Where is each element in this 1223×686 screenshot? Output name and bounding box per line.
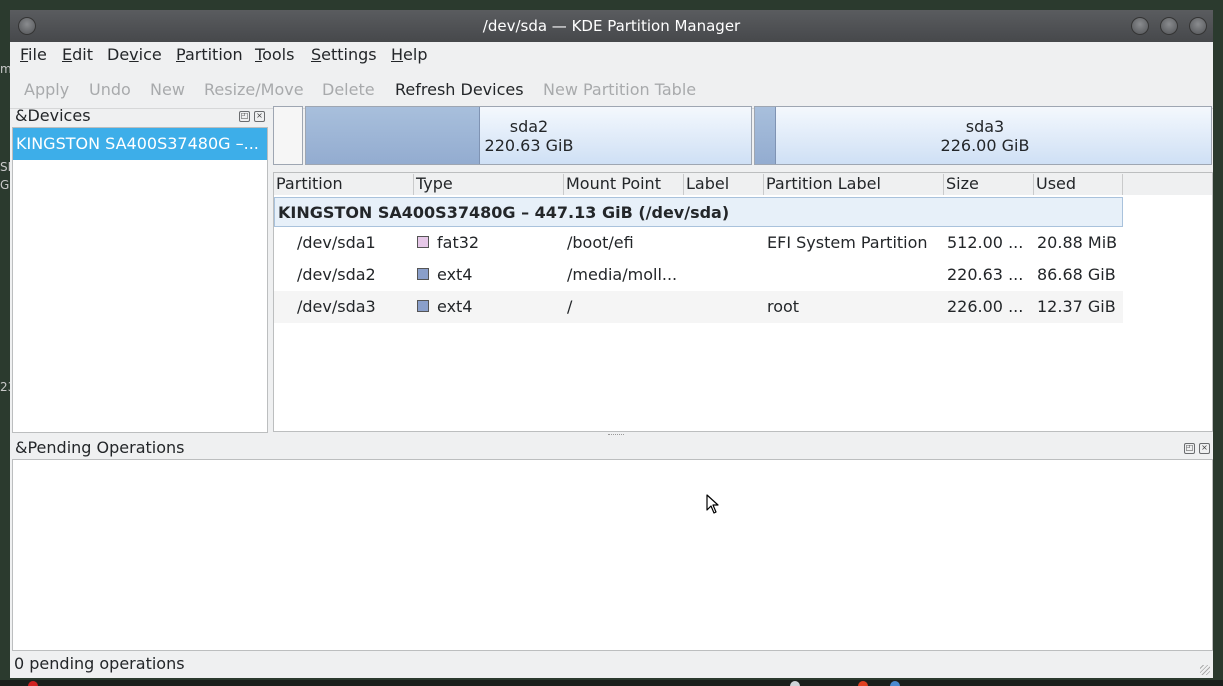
filesystem-color-swatch <box>417 236 429 248</box>
devices-dock-title: &Devices <box>15 106 91 125</box>
taskbar-icon[interactable] <box>28 681 38 686</box>
cell-type: fat32 <box>437 233 480 252</box>
dock-float-icon[interactable]: ◰ <box>239 111 250 122</box>
table-row[interactable]: /dev/sda1 fat32 /boot/efi EFI System Par… <box>274 227 1123 259</box>
new-partition-table-button[interactable]: New Partition Table <box>543 80 696 99</box>
partition-graph: sda2 220.63 GiB sda3 226.00 GiB <box>273 106 1212 166</box>
resize-move-button[interactable]: Resize/Move <box>204 80 304 99</box>
cell-partition-label: root <box>767 297 800 316</box>
partition-table: Partition Type Mount Point Label Partiti… <box>273 172 1213 432</box>
taskbar-icon[interactable] <box>790 681 800 686</box>
cell-partition-label: EFI System Partition <box>767 233 928 252</box>
pending-dock-title: &Pending Operations <box>15 438 185 457</box>
cell-used: 20.88 MiB <box>1037 233 1118 252</box>
toolbar: Apply Undo New Resize/Move Delete Refres… <box>10 68 1213 109</box>
refresh-devices-button[interactable]: Refresh Devices <box>395 80 524 99</box>
cell-size: 220.63 ... <box>947 265 1024 284</box>
cell-mount-point: /boot/efi <box>567 233 634 252</box>
column-header-mount-point[interactable]: Mount Point <box>564 174 684 195</box>
partition-name: sda2 <box>509 117 549 136</box>
devices-list: KINGSTON SA400S37480G –... <box>12 127 268 433</box>
filesystem-color-swatch <box>417 300 429 312</box>
menu-partition[interactable]: Partition <box>176 45 243 64</box>
mouse-cursor-icon <box>706 494 719 514</box>
table-row[interactable]: /dev/sda2 ext4 /media/moll... 220.63 ...… <box>274 259 1123 291</box>
cell-partition: /dev/sda1 <box>297 233 376 252</box>
partition-size: 220.63 GiB <box>484 136 574 155</box>
filesystem-color-swatch <box>417 268 429 280</box>
menu-tools[interactable]: Tools <box>255 45 294 64</box>
desktop-fragment: G <box>0 178 10 192</box>
usage-fill <box>306 107 480 164</box>
device-item[interactable]: KINGSTON SA400S37480G –... <box>13 128 267 160</box>
cell-size: 512.00 ... <box>947 233 1024 252</box>
menu-settings[interactable]: Settings <box>311 45 377 64</box>
cell-size: 226.00 ... <box>947 297 1024 316</box>
partition-size: 226.00 GiB <box>940 136 1030 155</box>
partition-block-sda1[interactable] <box>273 106 303 165</box>
column-header-partition[interactable]: Partition <box>274 174 414 195</box>
dock-close-icon[interactable]: × <box>254 111 265 122</box>
partition-block-label: sda2 220.63 GiB <box>479 117 579 155</box>
undo-button[interactable]: Undo <box>89 80 131 99</box>
window-title: /dev/sda — KDE Partition Manager <box>482 17 741 35</box>
new-partition-button[interactable]: New <box>150 80 185 99</box>
column-header-label[interactable]: Label <box>684 174 764 195</box>
table-row[interactable]: /dev/sda3 ext4 / root 226.00 ... 12.37 G… <box>274 291 1123 323</box>
dock-float-icon[interactable]: ◰ <box>1184 443 1195 454</box>
menu-help[interactable]: Help <box>391 45 427 64</box>
column-header-type[interactable]: Type <box>414 174 564 195</box>
apply-button[interactable]: Apply <box>24 80 69 99</box>
taskbar-icon[interactable] <box>890 681 900 686</box>
taskbar-icon[interactable] <box>858 681 868 686</box>
delete-button[interactable]: Delete <box>322 80 375 99</box>
partition-name: sda3 <box>965 117 1005 136</box>
status-bar: 0 pending operations <box>10 651 1213 678</box>
menu-bar: File Edit Device Partition Tools Setting… <box>10 42 1213 68</box>
pending-operations-list <box>12 459 1213 651</box>
cell-used: 86.68 GiB <box>1037 265 1116 284</box>
cell-type: ext4 <box>437 297 473 316</box>
app-window: /dev/sda — KDE Partition Manager File Ed… <box>10 10 1213 678</box>
menu-file[interactable]: File <box>20 45 47 64</box>
usage-fill <box>755 107 776 164</box>
cell-used: 12.37 GiB <box>1037 297 1116 316</box>
table-header: Partition Type Mount Point Label Partiti… <box>274 173 1212 195</box>
device-group-label: KINGSTON SA400S37480G – 447.13 GiB (/dev… <box>278 203 730 222</box>
column-header-partition-label[interactable]: Partition Label <box>764 174 944 195</box>
resize-grip[interactable] <box>1200 665 1210 675</box>
title-bar[interactable]: /dev/sda — KDE Partition Manager <box>10 10 1213 42</box>
device-item-label: KINGSTON SA400S37480G –... <box>16 134 259 153</box>
splitter-handle[interactable] <box>608 434 624 438</box>
partition-block-sda2[interactable]: sda2 220.63 GiB <box>305 106 752 165</box>
taskbar <box>0 680 1223 686</box>
device-group-row[interactable]: KINGSTON SA400S37480G – 447.13 GiB (/dev… <box>274 197 1123 227</box>
cell-type: ext4 <box>437 265 473 284</box>
cell-mount-point: / <box>567 297 573 316</box>
cell-partition: /dev/sda2 <box>297 265 376 284</box>
status-text: 0 pending operations <box>14 654 185 673</box>
close-button[interactable] <box>1189 17 1207 35</box>
cell-mount-point: /media/moll... <box>567 265 678 284</box>
cell-partition: /dev/sda3 <box>297 297 376 316</box>
minimize-button[interactable] <box>1131 17 1149 35</box>
maximize-button[interactable] <box>1160 17 1178 35</box>
column-header-size[interactable]: Size <box>944 174 1034 195</box>
column-header-used[interactable]: Used <box>1034 174 1123 195</box>
menu-edit[interactable]: Edit <box>62 45 93 64</box>
dock-close-icon[interactable]: × <box>1199 443 1210 454</box>
menu-device[interactable]: Device <box>107 45 162 64</box>
partition-block-sda3[interactable]: sda3 226.00 GiB <box>754 106 1212 165</box>
partition-block-label: sda3 226.00 GiB <box>885 117 1085 155</box>
